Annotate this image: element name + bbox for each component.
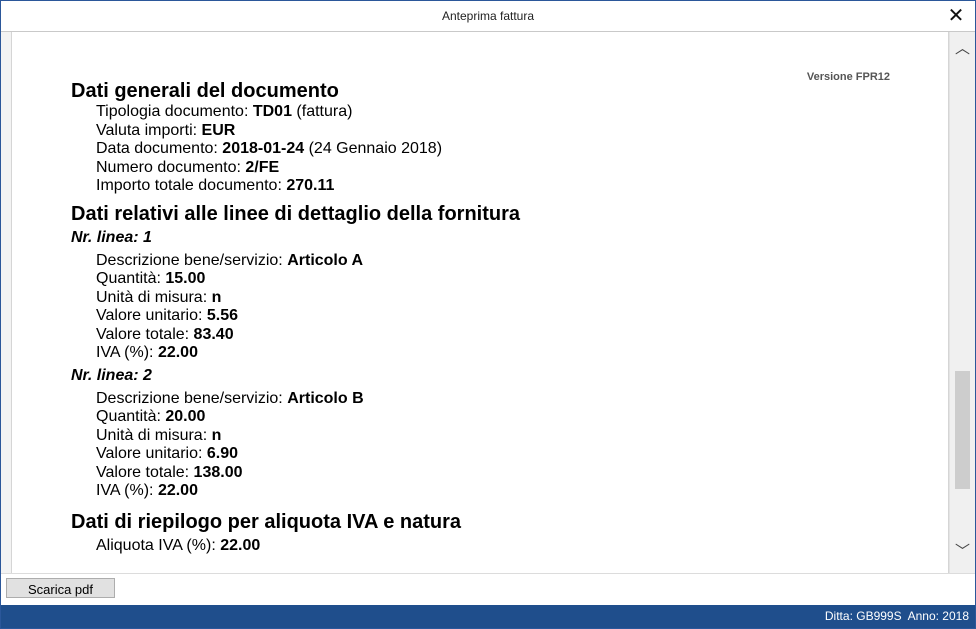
line-field: Unità di misura: n — [96, 427, 911, 446]
line-field: IVA (%): 22.00 — [96, 344, 911, 363]
field-label: Data documento: — [96, 140, 223, 157]
field-value: 138.00 — [193, 463, 243, 481]
field-value: 15.00 — [165, 270, 206, 287]
field-value: 5.56 — [206, 307, 239, 324]
general-heading: Dati generali del documento — [71, 80, 339, 102]
field-label: IVA (%): — [96, 344, 158, 361]
summary-data: Aliquota IVA (%): 22.00 — [96, 537, 911, 556]
field-label: Unità di misura: — [96, 426, 212, 444]
field-label: IVA (%): — [96, 482, 158, 499]
scroll-down-icon[interactable]: ﹀ — [953, 543, 972, 561]
window-title: Anteprima fattura — [441, 9, 535, 23]
field-label: Aliquota IVA (%): — [96, 536, 221, 554]
field-valuta: Valuta importi: EUR — [96, 122, 911, 141]
line-title: Nr. linea: 2 — [71, 366, 152, 384]
line-field: Valore totale: 138.00 — [96, 464, 911, 483]
vertical-scrollbar[interactable]: ︿ ﹀ — [949, 32, 975, 573]
field-value: Articolo A — [287, 251, 364, 269]
line-field: Quantità: 20.00 — [96, 408, 911, 427]
summary-heading: Dati di riepilogo per aliquota IVA e nat… — [71, 510, 462, 533]
status-ditta: Ditta: GB999S — [824, 609, 902, 623]
field-note: (fattura) — [291, 103, 353, 120]
field-value: n — [211, 288, 222, 306]
field-label: Quantità: — [96, 408, 166, 425]
field-note: (24 Gennaio 2018) — [304, 140, 443, 157]
footer-bar: Scarica pdf — [1, 573, 975, 606]
title-bar: Anteprima fattura ✕ — [1, 1, 975, 32]
field-label: Valore unitario: — [96, 445, 207, 462]
field-numero: Numero documento: 2/FE — [96, 159, 911, 178]
field-label: Importo totale documento: — [96, 177, 287, 194]
field-value: 22.00 — [157, 344, 198, 361]
download-pdf-button[interactable]: Scarica pdf — [6, 578, 115, 598]
field-data: Data documento: 2018-01-24 (24 Gennaio 2… — [96, 140, 911, 159]
field-value: 6.90 — [206, 445, 239, 462]
field-label: Descrizione bene/servizio: — [96, 389, 288, 407]
field-value: n — [211, 426, 222, 444]
document-viewer[interactable]: Versione FPR12 Dati generali del documen… — [1, 32, 975, 573]
line-field: Valore unitario: 6.90 — [96, 445, 911, 464]
field-label: Numero documento: — [96, 158, 246, 176]
field-value: 2/FE — [245, 158, 280, 176]
line-1-data: Descrizione bene/servizio: Articolo A Qu… — [96, 252, 911, 363]
status-bar: Ditta: GB999S Anno: 2018 — [1, 605, 975, 628]
field-value: 20.00 — [165, 408, 206, 425]
field-value: TD01 — [252, 103, 292, 120]
close-icon[interactable]: ✕ — [945, 5, 967, 27]
line-2-data: Descrizione bene/servizio: Articolo B Qu… — [96, 390, 911, 501]
field-value: 22.00 — [157, 482, 198, 499]
field-label: Descrizione bene/servizio: — [96, 251, 288, 269]
line-field: Quantità: 15.00 — [96, 270, 911, 289]
field-value: 83.40 — [193, 325, 234, 343]
invoice-preview-window: Anteprima fattura ✕ Versione FPR12 Dati … — [0, 0, 976, 629]
scroll-up-icon[interactable]: ︿ — [953, 40, 972, 58]
lines-heading: Dati relativi alle linee di dettaglio de… — [71, 202, 520, 225]
field-value: 22.00 — [220, 536, 261, 554]
line-field: Valore unitario: 5.56 — [96, 307, 911, 326]
field-label: Quantità: — [96, 270, 166, 287]
field-value: EUR — [201, 121, 236, 139]
line-field: Valore totale: 83.40 — [96, 326, 911, 345]
field-label: Unità di misura: — [96, 288, 212, 306]
field-label: Valuta importi: — [96, 121, 202, 139]
status-anno: Anno: 2018 — [907, 609, 969, 623]
line-title: Nr. linea: 1 — [71, 228, 152, 246]
field-tipologia: Tipologia documento: TD01 (fattura) — [96, 103, 911, 122]
field-label: Valore unitario: — [96, 307, 207, 324]
general-data: Tipologia documento: TD01 (fattura) Valu… — [96, 103, 911, 196]
field-label: Valore totale: — [96, 325, 194, 343]
line-field: Descrizione bene/servizio: Articolo A — [96, 252, 911, 271]
field-label: Tipologia documento: — [96, 103, 253, 120]
line-field: Descrizione bene/servizio: Articolo B — [96, 390, 911, 409]
field-importo: Importo totale documento: 270.11 — [96, 177, 911, 196]
line-field: IVA (%): 22.00 — [96, 482, 911, 501]
summary-field: Aliquota IVA (%): 22.00 — [96, 537, 911, 556]
field-value: Articolo B — [287, 389, 364, 407]
line-field: Unità di misura: n — [96, 289, 911, 308]
field-value: 270.11 — [286, 177, 335, 194]
scroll-thumb[interactable] — [955, 371, 970, 489]
document-page: Versione FPR12 Dati generali del documen… — [11, 32, 949, 573]
document-content: Dati generali del documento Tipologia do… — [71, 79, 911, 555]
field-value: 2018-01-24 — [222, 140, 305, 157]
field-label: Valore totale: — [96, 463, 194, 481]
